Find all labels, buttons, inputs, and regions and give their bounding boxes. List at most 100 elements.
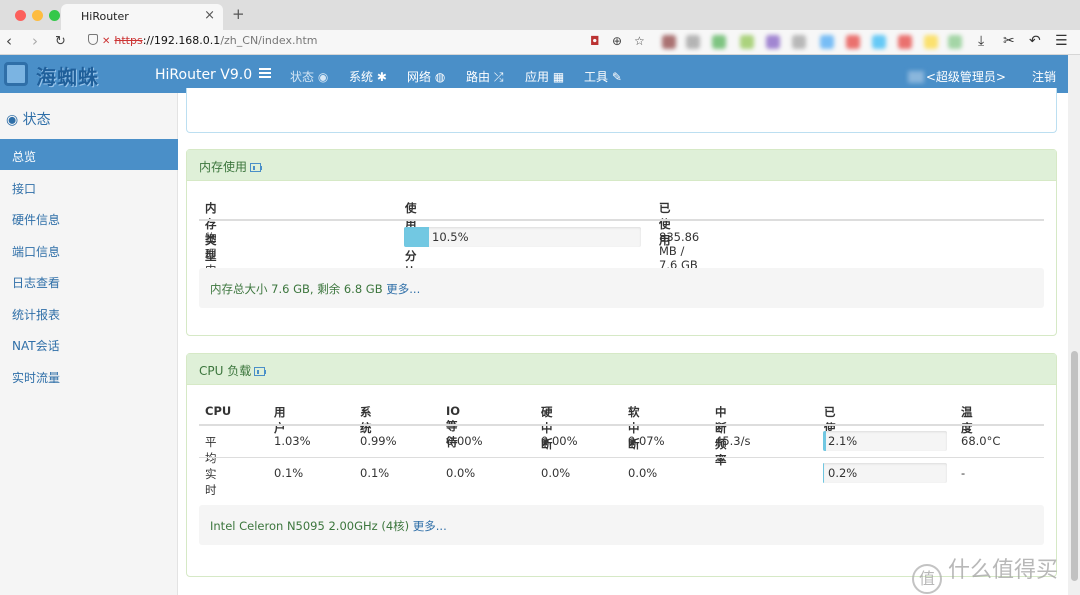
cpu-usage-bar: 0.2% xyxy=(823,463,947,483)
menu-icon[interactable]: ☰ xyxy=(1055,33,1068,49)
column-header: 用户 xyxy=(274,405,286,435)
extension-icon[interactable] xyxy=(924,35,938,49)
nav-label: 工具 xyxy=(584,70,609,84)
memory-more-link[interactable]: 更多... xyxy=(386,282,420,296)
extension-icon[interactable] xyxy=(898,35,912,49)
site-permission-icon[interactable]: ◘ xyxy=(590,34,600,48)
cut-icon[interactable]: ✂ xyxy=(1003,33,1015,49)
page-scrollbar[interactable] xyxy=(1068,55,1080,595)
nav-apps[interactable]: 应用 ▦ xyxy=(525,68,564,85)
sidebar-item-overview[interactable]: 总览 xyxy=(0,139,178,170)
cpu-irq-rate: 45.3/s xyxy=(715,434,751,448)
cpu-io-wait: 0.00% xyxy=(446,434,483,448)
table-header-divider xyxy=(199,424,1044,426)
extension-icon[interactable] xyxy=(712,35,726,49)
extension-icon[interactable] xyxy=(792,35,806,49)
nav-system[interactable]: 系统 ✱ xyxy=(349,68,387,85)
memory-used: 835.86 MB / 7.6 GB xyxy=(659,230,700,272)
nav-status[interactable]: 状态 ◉ xyxy=(290,68,328,85)
logout-link[interactable]: 注销 xyxy=(1032,68,1056,85)
extension-icon[interactable] xyxy=(846,35,860,49)
cpu-user: 1.03% xyxy=(274,434,311,448)
insecure-lock-icon: ✕ xyxy=(102,36,111,47)
sidebar-item-logs[interactable]: 日志查看 xyxy=(0,265,178,296)
sidebar-item-interfaces[interactable]: 接口 xyxy=(0,171,178,202)
nav-tools[interactable]: 工具 ✎ xyxy=(584,68,622,85)
cpu-usage-fill xyxy=(823,463,824,483)
cpu-usage-percent: 2.1% xyxy=(828,434,858,448)
undo-icon[interactable]: ↶ xyxy=(1029,33,1041,49)
cpu-usage-bar: 2.1% xyxy=(823,431,947,451)
sidebar: ◉ 状态 总览 接口 硬件信息 端口信息 日志查看 统计报表 NAT会话 实时流… xyxy=(0,93,178,595)
shuffle-icon: ⤮ xyxy=(493,70,504,84)
eye-icon: ◉ xyxy=(317,70,329,84)
nav-label: 状态 xyxy=(290,70,315,84)
bar-chart-icon[interactable] xyxy=(254,367,267,376)
watermark: 值什么值得买 xyxy=(912,552,1058,594)
extension-icon[interactable] xyxy=(872,35,886,49)
maximize-window-button[interactable] xyxy=(49,10,60,21)
cpu-summary: Intel Celeron N5095 2.00GHz (4核) 更多... xyxy=(199,505,1044,545)
nav-routing[interactable]: 路由 ⤮ xyxy=(466,68,503,85)
extension-icon[interactable] xyxy=(740,35,754,49)
memory-usage-fill xyxy=(404,227,429,247)
nav-label: 应用 xyxy=(525,70,550,84)
nav-label: 路由 xyxy=(466,70,491,84)
sidebar-item-hardware[interactable]: 硬件信息 xyxy=(0,202,178,233)
row-divider xyxy=(199,457,1044,458)
globe-icon: ◍ xyxy=(434,70,446,84)
watermark-logo-icon: 值 xyxy=(912,564,942,594)
star-icon[interactable]: ☆ xyxy=(634,34,645,48)
grid-icon: ▦ xyxy=(552,70,565,84)
extension-icon[interactable] xyxy=(766,35,780,49)
logo-text: 海蜘蛛 xyxy=(36,65,99,89)
url-path: /zh_CN/index.htm xyxy=(220,34,318,47)
gear-icon: ✱ xyxy=(376,70,387,84)
logo-mark xyxy=(4,62,28,86)
tab-close-icon[interactable]: × xyxy=(204,8,215,23)
sidebar-item-nat-sessions[interactable]: NAT会话 xyxy=(0,328,178,359)
memory-panel-header: 内存使用 xyxy=(187,150,1056,181)
sidebar-item-reports[interactable]: 统计报表 xyxy=(0,297,178,328)
url-scheme: https xyxy=(114,34,143,47)
user-menu[interactable]: <超级管理员> xyxy=(907,68,1006,85)
extension-icon[interactable] xyxy=(820,35,834,49)
memory-usage-percent: 10.5% xyxy=(432,230,469,244)
sidebar-item-ports[interactable]: 端口信息 xyxy=(0,234,178,265)
cpu-softirq: 0.0% xyxy=(628,466,658,480)
new-tab-button[interactable]: + xyxy=(232,5,245,23)
memory-summary: 内存总大小 7.6 GB, 剩余 6.8 GB 更多... xyxy=(199,268,1044,308)
scrollbar-thumb[interactable] xyxy=(1071,351,1078,581)
address-bar[interactable]: ✕ https://192.168.0.1/zh_CN/index.htm xyxy=(88,34,317,47)
extension-icon[interactable] xyxy=(948,35,962,49)
sidebar-title-label: 状态 xyxy=(22,112,51,128)
extension-icon[interactable] xyxy=(686,35,700,49)
reload-icon[interactable]: ↻ xyxy=(55,34,66,49)
cpu-more-link[interactable]: 更多... xyxy=(413,519,447,533)
download-icon[interactable]: ⤓ xyxy=(978,33,984,49)
brand-title[interactable]: HiRouter V9.0 xyxy=(155,67,252,83)
forward-icon[interactable]: › xyxy=(32,32,38,50)
column-header: 系统 xyxy=(360,405,372,435)
logo[interactable]: 海蜘蛛 xyxy=(2,59,142,89)
nav-network[interactable]: 网络 ◍ xyxy=(407,68,445,85)
extension-icon[interactable] xyxy=(662,35,676,49)
sidebar-item-realtime-traffic[interactable]: 实时流量 xyxy=(0,360,178,391)
zoom-icon[interactable]: ⊕ xyxy=(612,34,622,48)
cpu-user: 0.1% xyxy=(274,466,304,480)
browser-tab[interactable]: HiRouter × xyxy=(61,4,223,30)
cpu-temperature: - xyxy=(961,466,966,480)
minimize-window-button[interactable] xyxy=(32,10,43,21)
close-window-button[interactable] xyxy=(15,10,26,21)
back-icon[interactable]: ‹ xyxy=(6,32,12,50)
nav-label: 系统 xyxy=(349,70,374,84)
cpu-summary-text: Intel Celeron N5095 2.00GHz (4核) xyxy=(210,519,410,533)
eye-icon: ◉ xyxy=(6,112,19,128)
cpu-hardirq: 0.0% xyxy=(541,466,571,480)
user-role: <超级管理员> xyxy=(925,70,1006,84)
tab-title: HiRouter xyxy=(81,10,129,23)
menu-toggle-icon[interactable] xyxy=(259,68,271,78)
browser-tabbar: HiRouter × + xyxy=(0,0,1080,30)
bar-chart-icon[interactable] xyxy=(250,163,263,172)
cpu-temperature: 68.0°C xyxy=(961,434,1001,448)
